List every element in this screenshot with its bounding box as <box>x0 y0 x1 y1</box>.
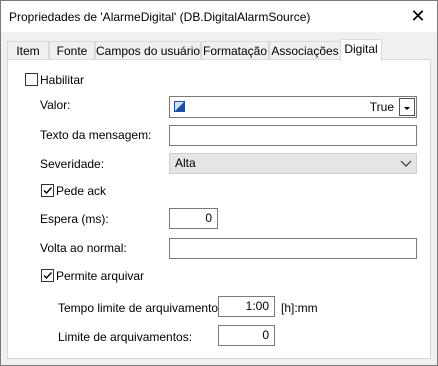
tempo-limite-input[interactable]: 1:00 <box>218 296 275 317</box>
title-bar: Propriedades de 'AlarmeDigital' (DB.Digi… <box>1 1 437 32</box>
severidade-value: Alta <box>175 156 196 170</box>
habilitar-label: Habilitar <box>40 73 85 87</box>
texto-mensagem-label: Texto da mensagem: <box>40 128 152 142</box>
limite-arquivamentos-label: Limite de arquivamentos: <box>58 330 193 344</box>
pede-ack-label: Pede ack <box>56 184 107 198</box>
valor-dropdown-button[interactable] <box>399 98 415 116</box>
texto-mensagem-input[interactable] <box>169 125 417 146</box>
valor-field[interactable]: True <box>169 96 417 118</box>
habilitar-checkbox[interactable] <box>25 73 38 86</box>
valor-label: Valor: <box>40 98 71 112</box>
severidade-select[interactable]: Alta <box>169 153 417 174</box>
tab-associacoes[interactable]: Associações <box>269 41 341 60</box>
value-type-icon <box>174 101 185 112</box>
valor-value: True <box>369 100 394 114</box>
tab-fonte[interactable]: Fonte <box>49 41 95 60</box>
espera-label: Espera (ms): <box>40 212 109 226</box>
permite-arquivar-checkbox[interactable] <box>41 269 54 282</box>
volta-normal-input[interactable] <box>169 238 417 259</box>
tab-item[interactable]: Item <box>7 41 49 60</box>
severidade-label: Severidade: <box>40 157 105 171</box>
chevron-down-icon <box>404 107 410 110</box>
close-icon[interactable]: ✕ <box>407 5 429 27</box>
tab-formatacao[interactable]: Formatação <box>201 41 269 60</box>
tab-digital[interactable]: Digital <box>340 39 382 61</box>
limite-arquivamentos-input[interactable]: 0 <box>218 325 275 346</box>
tempo-limite-label: Tempo limite de arquivamento: <box>58 301 222 315</box>
pede-ack-checkbox[interactable] <box>41 184 54 197</box>
checkmark-icon <box>43 272 53 280</box>
tab-campos-do-usuario[interactable]: Campos do usuário <box>95 41 201 60</box>
permite-arquivar-label: Permite arquivar <box>56 269 145 283</box>
volta-normal-label: Volta ao normal: <box>40 241 127 255</box>
espera-input[interactable]: 0 <box>169 208 218 229</box>
properties-dialog: Propriedades de 'AlarmeDigital' (DB.Digi… <box>0 0 438 366</box>
checkmark-icon <box>43 187 53 195</box>
window-title: Propriedades de 'AlarmeDigital' (DB.Digi… <box>9 10 311 24</box>
digital-tab-panel: Habilitar Valor: True Texto da mensagem:… <box>7 59 431 359</box>
tempo-limite-unit: [h]:mm <box>281 301 318 315</box>
chevron-down-icon <box>400 160 412 167</box>
